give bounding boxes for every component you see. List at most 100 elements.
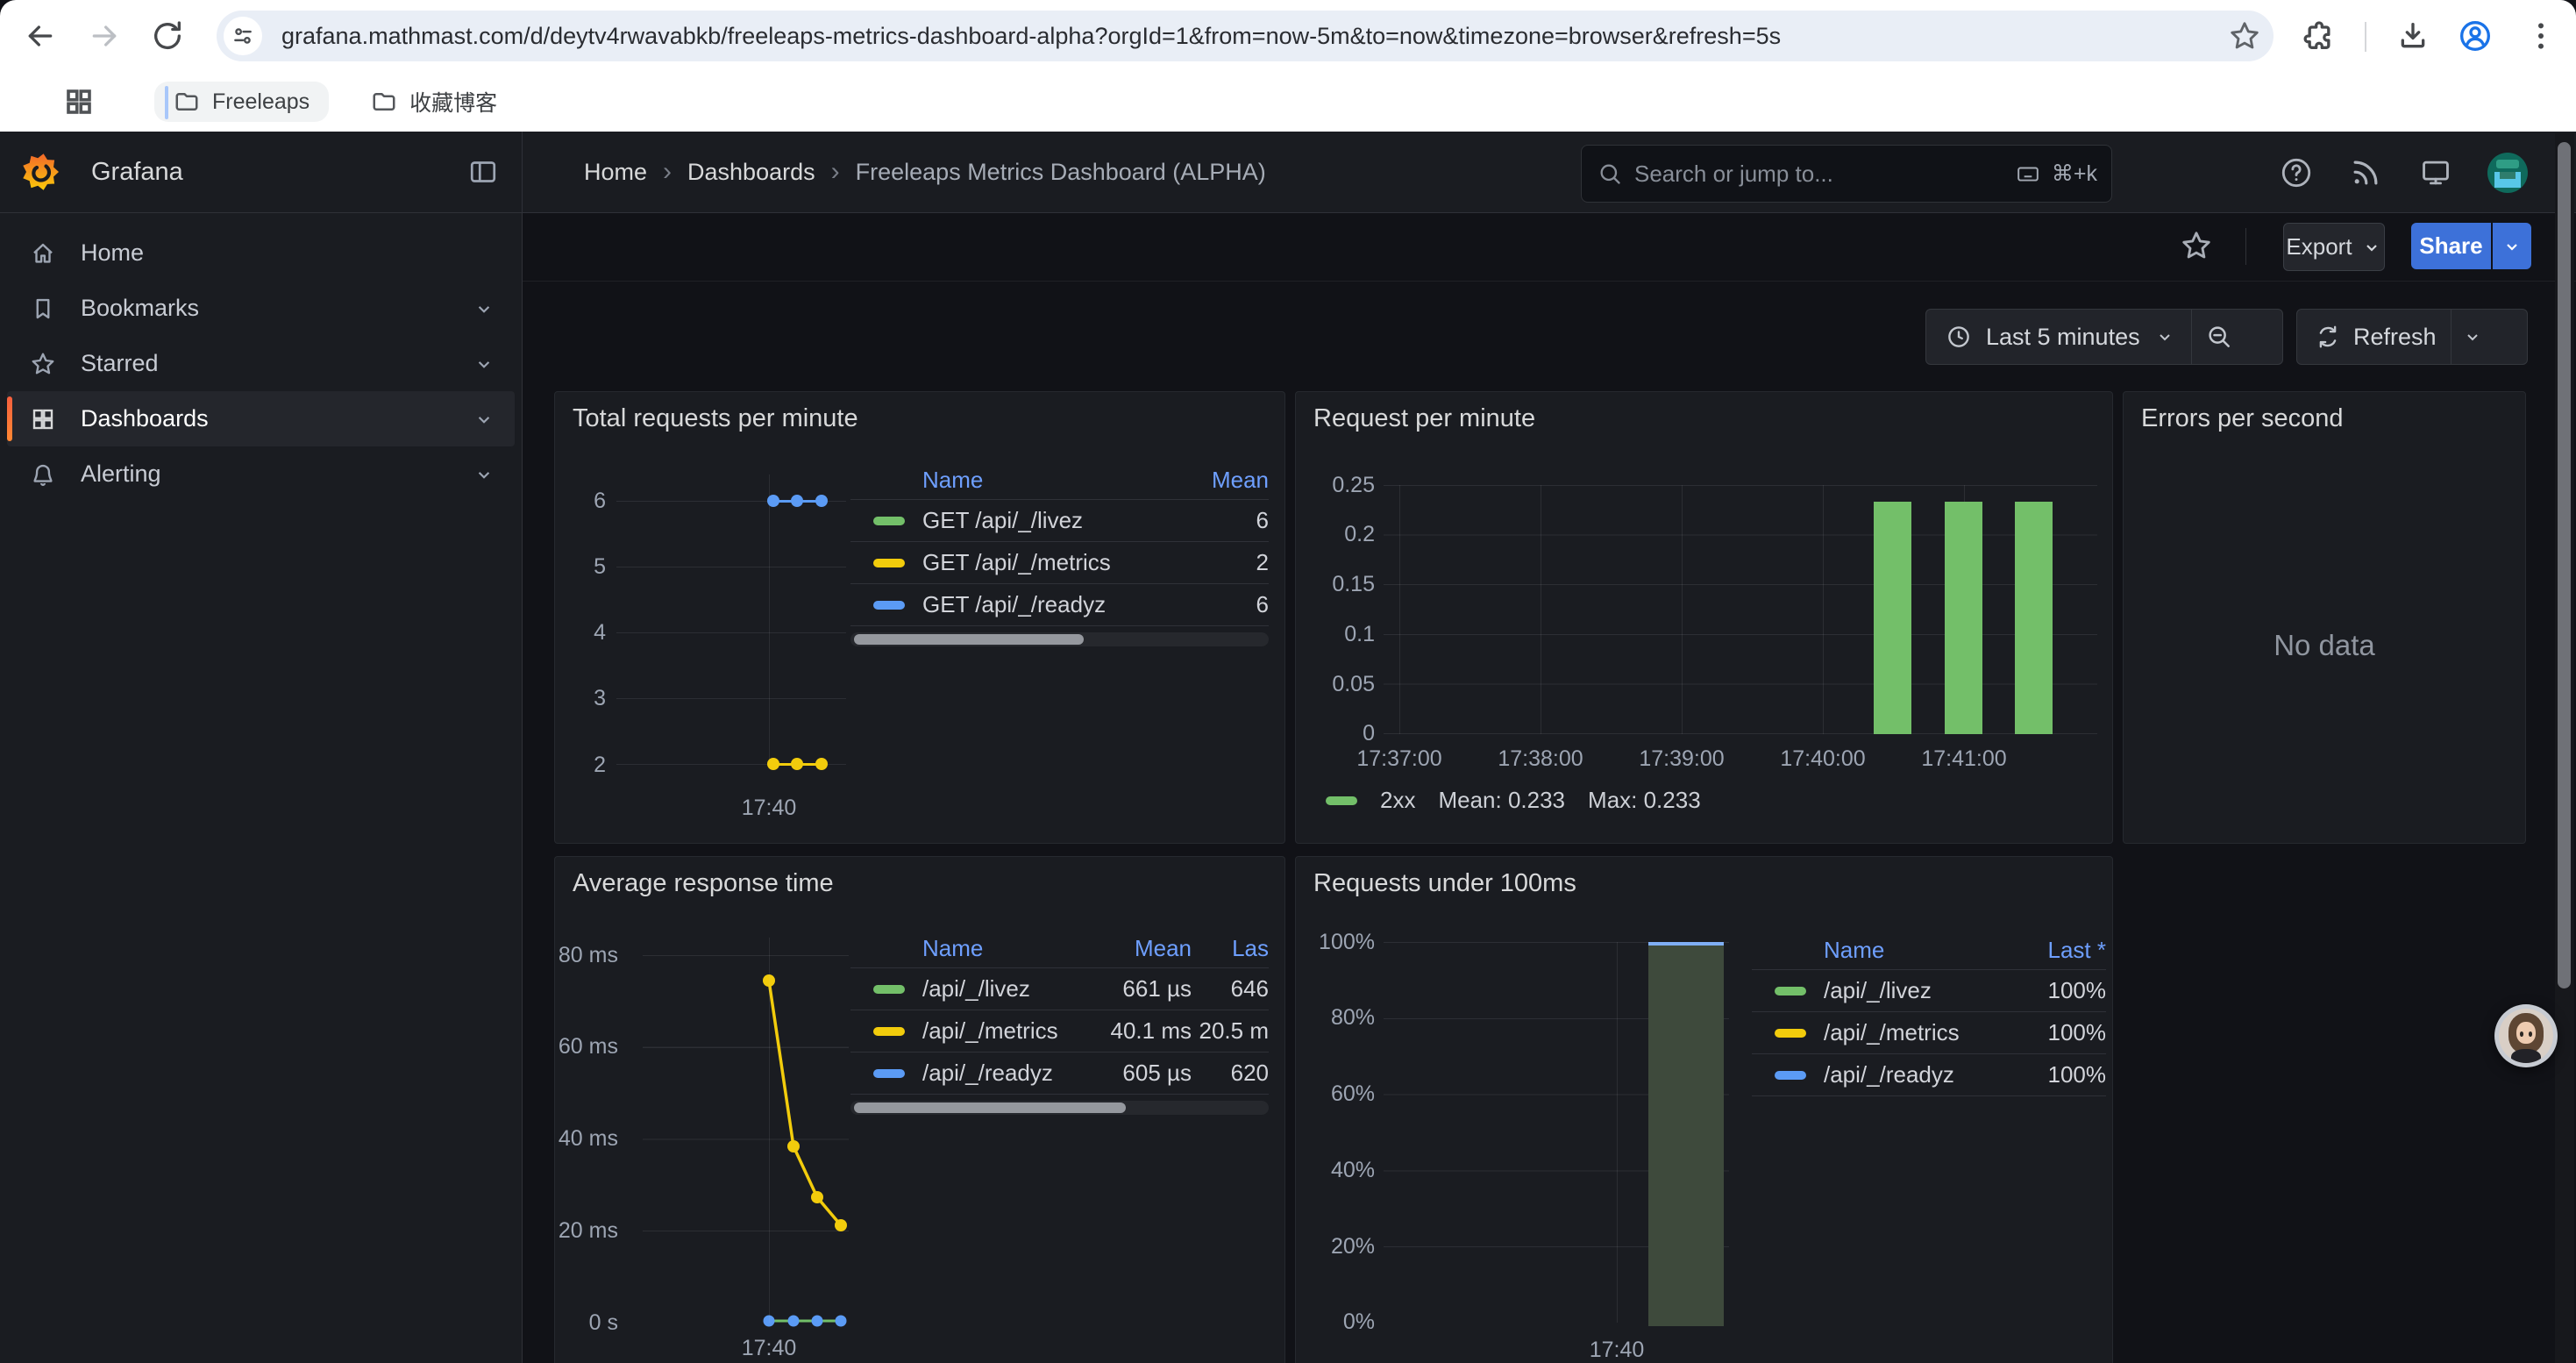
forward-icon[interactable] xyxy=(87,18,122,54)
search-placeholder: Search or jump to... xyxy=(1634,161,2013,188)
time-range-picker[interactable]: Last 5 minutes xyxy=(1925,309,2283,365)
zoom-out-button[interactable] xyxy=(2192,310,2246,364)
bookmark-folder-freeleaps[interactable]: Freeleaps xyxy=(154,82,329,122)
panel-title[interactable]: Total requests per minute xyxy=(573,404,858,433)
scrollbar-thumb[interactable] xyxy=(854,1103,1126,1113)
chevron-down-icon[interactable] xyxy=(473,463,495,486)
series-swatch[interactable] xyxy=(873,601,905,610)
series-swatch[interactable] xyxy=(873,985,905,994)
scrollbar-thumb[interactable] xyxy=(2558,142,2571,988)
monitor-icon[interactable] xyxy=(2419,156,2452,189)
page-scrollbar[interactable] xyxy=(2555,133,2574,1363)
legend-column-header[interactable]: Name xyxy=(1824,937,2001,964)
legend-column-header[interactable]: Name xyxy=(922,467,1172,494)
series-swatch[interactable] xyxy=(873,1027,905,1036)
series-swatch[interactable] xyxy=(873,559,905,567)
sidebar-item-bookmarks[interactable]: Bookmarks xyxy=(7,281,515,336)
panel-title[interactable]: Requests under 100ms xyxy=(1313,869,1576,898)
share-button[interactable]: Share xyxy=(2411,223,2491,269)
chart-plot[interactable] xyxy=(1384,485,2097,734)
series-swatch[interactable] xyxy=(1775,1029,1806,1038)
legend-row[interactable]: /api/_/metrics100% xyxy=(1752,1012,2106,1054)
back-icon[interactable] xyxy=(23,18,58,54)
breadcrumb-dashboards[interactable]: Dashboards xyxy=(687,159,815,186)
bar-2xx[interactable] xyxy=(1945,502,1982,734)
legend-column-header[interactable]: Las xyxy=(1192,935,1269,962)
url-text[interactable]: grafana.mathmast.com/d/deytv4rwavabkb/fr… xyxy=(281,23,2228,50)
breadcrumb-home[interactable]: Home xyxy=(584,159,647,186)
panel-title[interactable]: Average response time xyxy=(573,869,834,898)
legend-column-header[interactable]: Mean xyxy=(1069,935,1192,962)
series-swatch[interactable] xyxy=(873,1069,905,1078)
sidebar-item-alerting[interactable]: Alerting xyxy=(7,446,515,502)
sidebar-item-dashboards[interactable]: Dashboards xyxy=(7,391,515,446)
help-icon[interactable] xyxy=(2280,156,2313,189)
legend-row[interactable]: /api/_/livez661 µs646 xyxy=(850,968,1269,1010)
legend-scrollbar[interactable] xyxy=(850,1101,1269,1115)
chart-plot[interactable] xyxy=(643,955,849,1323)
panel-title[interactable]: Errors per second xyxy=(2141,404,2344,433)
legend-row[interactable]: /api/_/readyz605 µs620 xyxy=(850,1053,1269,1095)
bookmark-label: 收藏博客 xyxy=(409,86,497,118)
export-button[interactable]: Export xyxy=(2283,223,2385,271)
bar-2xx[interactable] xyxy=(1874,502,1911,734)
panel-requests-under-100ms[interactable]: Requests under 100ms 100%80%60%40%20%0% … xyxy=(1295,856,2113,1363)
refresh-picker[interactable]: Refresh xyxy=(2296,309,2528,365)
series-swatch[interactable] xyxy=(873,517,905,525)
panel-avg-response-time[interactable]: Average response time 80 ms60 ms40 ms20 … xyxy=(554,856,1285,1363)
dock-menu-icon[interactable] xyxy=(467,156,499,188)
bar-2xx[interactable] xyxy=(2015,502,2053,734)
refresh-button[interactable]: Refresh xyxy=(2297,310,2451,364)
legend-column-header[interactable]: Name xyxy=(922,935,1069,962)
extensions-icon[interactable] xyxy=(2302,18,2337,54)
sidebar-item-home[interactable]: Home xyxy=(7,225,515,281)
legend-row[interactable]: GET /api/_/livez6 xyxy=(850,500,1269,542)
sidebar: Grafana Home Bookmarks xyxy=(0,132,523,1363)
address-bar[interactable]: grafana.mathmast.com/d/deytv4rwavabkb/fr… xyxy=(217,11,2274,61)
legend-column-header[interactable]: Last * xyxy=(2001,937,2106,964)
legend-row[interactable]: /api/_/metrics40.1 ms20.5 m xyxy=(850,1010,1269,1053)
legend-scrollbar[interactable] xyxy=(850,632,1269,646)
chevron-down-icon[interactable] xyxy=(473,353,495,375)
downloads-icon[interactable] xyxy=(2395,18,2430,54)
panel-errors-per-second[interactable]: Errors per second No data xyxy=(2123,391,2526,844)
series-swatch[interactable] xyxy=(1775,987,1806,995)
assistant-avatar[interactable] xyxy=(2494,1004,2558,1067)
chevron-down-icon xyxy=(2462,326,2483,347)
legend-row[interactable]: /api/_/readyz100% xyxy=(1752,1054,2106,1096)
search-input[interactable]: Search or jump to... ⌘+k xyxy=(1581,145,2112,203)
chevron-down-icon[interactable] xyxy=(473,408,495,431)
sidebar-item-starred[interactable]: Starred xyxy=(7,336,515,391)
chart-plot[interactable] xyxy=(616,501,846,765)
profile-icon[interactable] xyxy=(2458,18,2493,54)
grafana-logo[interactable] xyxy=(21,153,60,191)
scrollbar-thumb[interactable] xyxy=(854,634,1084,645)
legend-cell: 2 xyxy=(1172,549,1269,576)
legend-cell: 100% xyxy=(2001,977,2106,1004)
chart-plot[interactable] xyxy=(1384,942,1729,1323)
site-settings-icon[interactable] xyxy=(224,17,262,55)
legend-cell: /api/_/livez xyxy=(922,975,1069,1003)
legend-column-header[interactable]: Mean xyxy=(1172,467,1269,494)
chevron-down-icon[interactable] xyxy=(473,297,495,320)
series-swatch[interactable] xyxy=(1775,1071,1806,1080)
legend-row[interactable]: /api/_/livez100% xyxy=(1752,970,2106,1012)
apps-grid-icon[interactable] xyxy=(63,86,95,118)
area-series[interactable] xyxy=(1648,942,1724,1326)
bookmark-star-icon[interactable] xyxy=(2228,19,2261,53)
share-menu-button[interactable] xyxy=(2493,223,2531,269)
panel-request-per-minute[interactable]: Request per minute 0.250.20.150.10.050 1… xyxy=(1295,391,2113,844)
series-swatch[interactable] xyxy=(1326,796,1357,805)
bookmark-folder-blogs[interactable]: 收藏博客 xyxy=(352,79,516,125)
browser-menu-icon[interactable] xyxy=(2523,18,2558,54)
refresh-interval-button[interactable] xyxy=(2451,310,2494,364)
favorite-star-icon[interactable] xyxy=(2180,229,2213,262)
panel-total-requests[interactable]: Total requests per minute 65432 17:40 Na… xyxy=(554,391,1285,844)
series-name[interactable]: 2xx xyxy=(1380,787,1415,814)
legend-row[interactable]: GET /api/_/metrics2 xyxy=(850,542,1269,584)
reload-icon[interactable] xyxy=(150,18,185,54)
panel-title[interactable]: Request per minute xyxy=(1313,404,1535,433)
news-rss-icon[interactable] xyxy=(2349,156,2382,189)
legend-row[interactable]: GET /api/_/readyz6 xyxy=(850,584,1269,626)
user-avatar[interactable] xyxy=(2487,153,2528,193)
